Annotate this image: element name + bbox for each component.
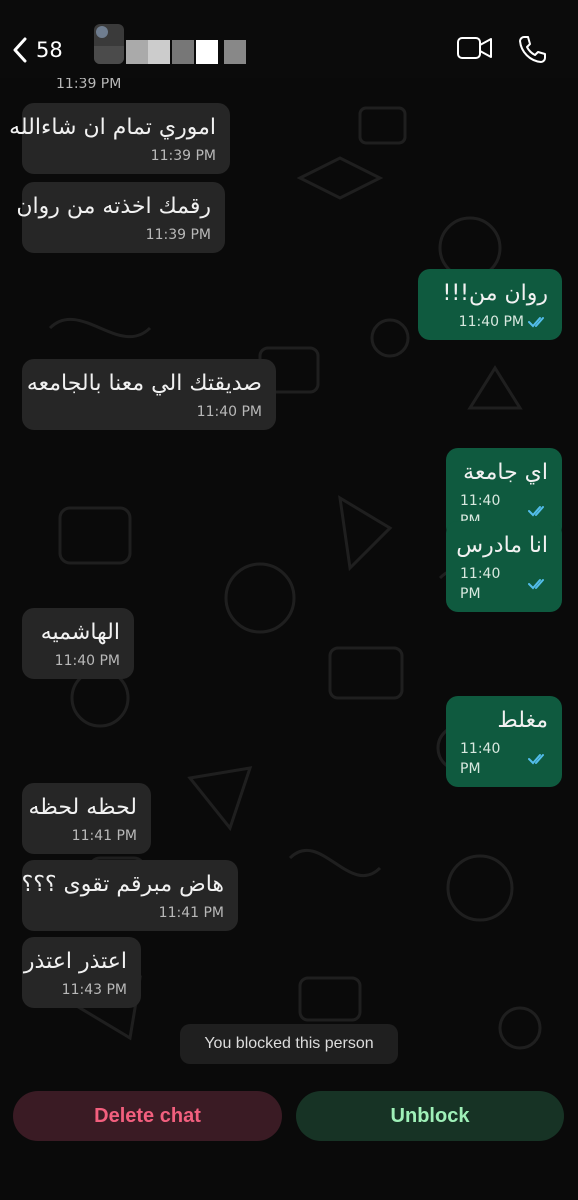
message-bubble-incoming[interactable]: اعتذر اعتذر 11:43 PM — [22, 937, 141, 1008]
unblock-button[interactable]: Unblock — [296, 1091, 564, 1141]
message-text: هاض مبرقم تقوى ؟؟؟ — [21, 872, 224, 897]
message-timestamp: 11:40 PM — [460, 566, 501, 602]
message-text: اعتذر اعتذر — [23, 949, 127, 974]
redacted-block — [224, 40, 246, 64]
message-timestamp: 11:39 PM — [150, 148, 216, 164]
redacted-block — [172, 40, 194, 64]
message-bubble-outgoing[interactable]: مغلط 11:40 PM — [446, 696, 562, 787]
message-timestamp: 11:43 PM — [61, 982, 127, 998]
message-text: اموري تمام ان شاءالله — [9, 115, 216, 140]
redacted-block — [196, 40, 218, 64]
contact-avatar[interactable] — [94, 24, 124, 64]
message-text: الهاشميه — [40, 620, 120, 645]
chat-area[interactable]: 11:39 PM اموري تمام ان شاءالله 11:39 PM … — [0, 78, 578, 1078]
message-timestamp: 11:41 PM — [158, 905, 224, 921]
message-text: لحظه لحظه — [28, 795, 138, 820]
message-text: روان من!!! — [442, 281, 549, 306]
double-check-icon — [528, 753, 548, 765]
message-text: اي جامعة — [463, 460, 548, 485]
message-timestamp: 11:40 PM — [458, 314, 524, 330]
video-camera-icon — [456, 37, 494, 66]
message-bubble-incoming[interactable]: الهاشميه 11:40 PM — [22, 608, 134, 679]
message-bubble-incoming[interactable]: لحظه لحظه 11:41 PM — [22, 783, 151, 854]
message-bubble-incoming[interactable]: رقمك اخذته من روان 11:39 PM — [16, 182, 225, 253]
message-text: صديقتك الي معنا بالجامعه — [26, 371, 262, 396]
message-text: مغلط — [497, 708, 548, 733]
chevron-left-icon — [12, 37, 28, 63]
message-timestamp: 11:41 PM — [71, 828, 137, 844]
bottom-action-bar: Delete chat Unblock — [0, 1078, 578, 1200]
redacted-block — [126, 40, 148, 64]
message-bubble-outgoing[interactable]: روان من!!! 11:40 PM — [418, 269, 562, 340]
unread-count: 58 — [36, 38, 63, 62]
double-check-icon — [528, 316, 548, 328]
redacted-block — [148, 40, 170, 64]
message-timestamp: 11:40 PM — [196, 404, 262, 420]
double-check-icon — [528, 505, 548, 517]
blocked-notice: You blocked this person — [180, 1024, 398, 1064]
video-call-button[interactable] — [456, 34, 496, 64]
message-bubble-outgoing[interactable]: انا مادرس 11:40 PM — [446, 521, 562, 612]
double-check-icon — [528, 578, 548, 590]
back-button[interactable]: 58 — [12, 33, 82, 67]
voice-call-button[interactable] — [516, 34, 550, 66]
phone-icon — [516, 36, 548, 70]
delete-chat-button[interactable]: Delete chat — [13, 1091, 282, 1141]
message-bubble-incoming[interactable]: اموري تمام ان شاءالله 11:39 PM — [9, 103, 230, 174]
message-text: رقمك اخذته من روان — [16, 194, 211, 219]
contact-name-redacted[interactable] — [126, 40, 250, 64]
message-timestamp: 11:39 PM — [56, 78, 122, 92]
chat-header: 58 — [0, 0, 578, 78]
message-timestamp: 11:40 PM — [54, 653, 120, 669]
message-bubble-incoming[interactable]: صديقتك الي معنا بالجامعه 11:40 PM — [22, 359, 276, 430]
message-timestamp: 11:40 PM — [460, 741, 501, 777]
message-bubble-incoming[interactable]: هاض مبرقم تقوى ؟؟؟ 11:41 PM — [22, 860, 238, 931]
message-timestamp: 11:39 PM — [145, 227, 211, 243]
message-text: انا مادرس — [456, 533, 548, 558]
